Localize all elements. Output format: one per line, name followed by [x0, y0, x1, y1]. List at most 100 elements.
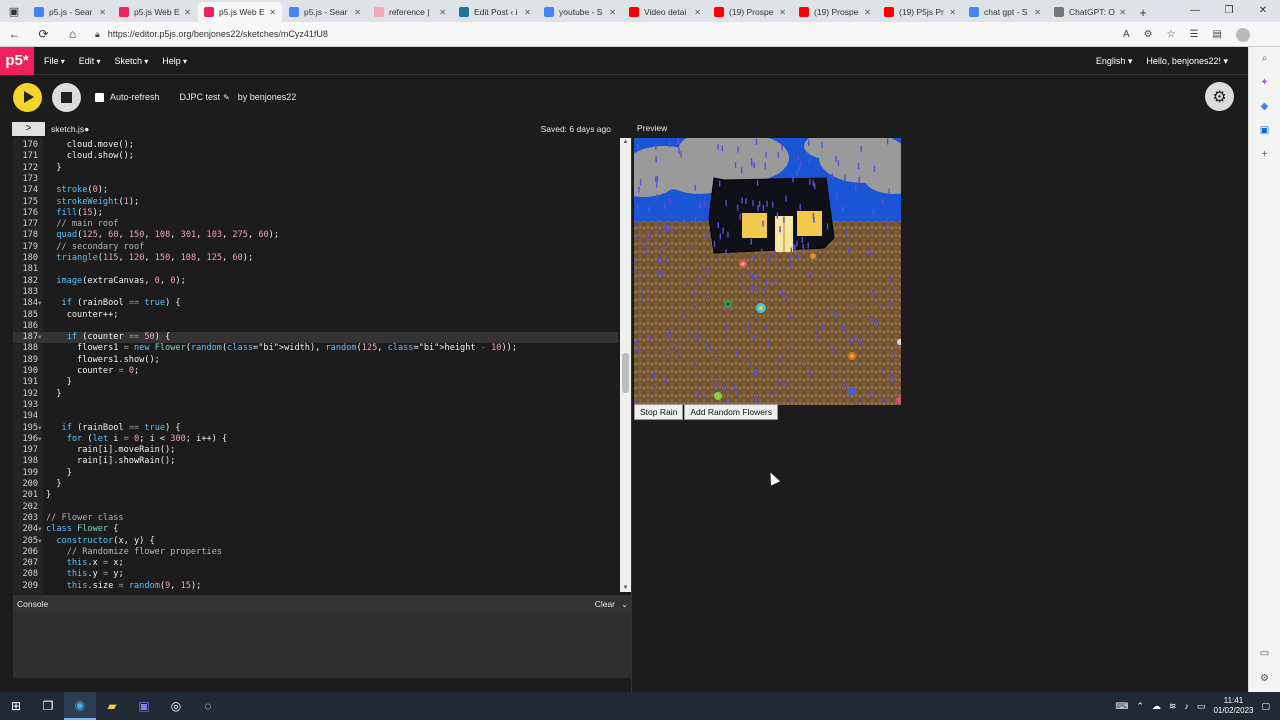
code-line[interactable]: 195▼ if (rainBool == true) {	[13, 423, 618, 434]
code-line[interactable]: 181	[13, 264, 618, 275]
tab-close-icon[interactable]: ✕	[1034, 8, 1041, 17]
split-screen-icon[interactable]: ▭	[1260, 648, 1269, 659]
sidebar-settings-icon[interactable]: ⚙	[1260, 673, 1269, 684]
code-line[interactable]: 178 quad(125, 60, 150, 108, 301, 103, 27…	[13, 230, 618, 241]
favorite-icon[interactable]: ☆	[1167, 29, 1176, 40]
browser-tab[interactable]: p5.js Web E ✕	[113, 2, 197, 22]
code-line[interactable]: 174 stroke(0);	[13, 185, 618, 196]
browser-tab[interactable]: youtube - S ✕	[538, 2, 622, 22]
favorites-list-icon[interactable]: ☰	[1190, 29, 1199, 40]
code-line[interactable]: 198 rain[i].showRain();	[13, 456, 618, 467]
sketch-name[interactable]: DJPC test ✎	[180, 92, 230, 102]
code-line[interactable]: 206 // Randomize flower properties	[13, 547, 618, 558]
auto-refresh-toggle[interactable]: Auto-refresh	[95, 92, 160, 102]
fold-icon[interactable]: ▼	[38, 298, 46, 309]
code-line[interactable]: 182 image(extraCanvas, 0, 0);	[13, 276, 618, 287]
browser-tab[interactable]: (19) Prospe ✕	[708, 2, 792, 22]
file-tab[interactable]: sketch.js●	[51, 124, 89, 134]
browser-tab[interactable]: Edit Post ‹ i ✕	[453, 2, 537, 22]
pencil-icon[interactable]: ✎	[223, 93, 230, 102]
code-line[interactable]: 186	[13, 321, 618, 332]
collections-icon[interactable]: ▤	[1213, 29, 1222, 40]
code-line[interactable]: 196▼ for (let i = 0; i < 300; i++) {	[13, 434, 618, 445]
browser-tab[interactable]: (19) Prospe ✕	[793, 2, 877, 22]
code-line[interactable]: 201}	[13, 490, 618, 501]
code-line[interactable]: 205▼ constructor(x, y) {	[13, 536, 618, 547]
code-line[interactable]: 204▼ class Flower {	[13, 524, 618, 535]
new-tab-button[interactable]: +	[1133, 2, 1153, 22]
code-line[interactable]: 185 counter++;	[13, 310, 618, 321]
tab-close-icon[interactable]: ✕	[439, 8, 446, 17]
network-icon[interactable]: ☁	[1152, 701, 1161, 712]
code-line[interactable]: 175 strokeWeight(1);	[13, 197, 618, 208]
p5-logo[interactable]: p5*	[0, 46, 34, 75]
code-line[interactable]: 209 this.size = random(9, 15);	[13, 581, 618, 592]
code-line[interactable]: 187▼ if (counter == 50) {	[13, 332, 618, 344]
sidebar-expand-button[interactable]: >	[12, 121, 45, 136]
tab-close-icon[interactable]: ✕	[949, 8, 956, 17]
code-line[interactable]: 176 fill(15);	[13, 208, 618, 219]
fold-icon[interactable]: ▼	[38, 423, 46, 434]
edge-taskbar-icon[interactable]: ◉	[64, 692, 96, 720]
user-menu[interactable]: Hello, benjones22! ▾	[1146, 56, 1228, 67]
code-line[interactable]: 207 this.x = x;	[13, 558, 618, 569]
browser-tab[interactable]: ChatGPT: O ✕	[1048, 2, 1132, 22]
menu-help[interactable]: Help	[162, 56, 187, 66]
tracking-icon[interactable]: ⚙	[1144, 29, 1153, 40]
wifi-icon[interactable]: ≋	[1169, 701, 1177, 712]
code-line[interactable]: 203 // Flower class	[13, 513, 618, 524]
fold-icon[interactable]: ▼	[38, 536, 46, 547]
settings-button[interactable]: ⚙	[1205, 82, 1234, 111]
tab-close-icon[interactable]: ✕	[609, 8, 616, 17]
keyboard-icon[interactable]: ⌨	[1115, 701, 1128, 712]
add-random-flowers-button[interactable]: Add Random Flowers	[684, 404, 779, 420]
minimize-icon[interactable]: —	[1178, 0, 1212, 22]
browser-tab[interactable]: Video detai ✕	[623, 2, 707, 22]
browser-tab[interactable]: (19) P5js Pr ✕	[878, 2, 962, 22]
profile-avatar[interactable]	[1236, 27, 1250, 42]
add-sidebar-icon[interactable]: +	[1262, 149, 1268, 160]
menu-sketch[interactable]: Sketch	[115, 56, 149, 66]
tab-close-icon[interactable]: ✕	[864, 8, 871, 17]
browser-tab[interactable]: reference | ✕	[368, 2, 452, 22]
tab-actions-icon[interactable]: ▣	[0, 0, 28, 22]
games-icon[interactable]: ◆	[1261, 101, 1269, 112]
battery-icon[interactable]: ▭	[1197, 701, 1206, 712]
notifications-icon[interactable]: ▢	[1261, 701, 1270, 712]
code-line[interactable]: 179 // secondary roof	[13, 242, 618, 253]
language-select[interactable]: English ▾	[1096, 56, 1133, 67]
code-line[interactable]: 173	[13, 174, 618, 185]
restore-icon[interactable]: ❐	[1212, 0, 1246, 22]
chevron-up-icon[interactable]: ⌃	[1136, 701, 1144, 712]
tab-close-icon[interactable]: ✕	[269, 8, 276, 17]
browser-tab[interactable]: p5.js - Sear ✕	[283, 2, 367, 22]
editor-scrollbar[interactable]: ▲ ▼	[620, 138, 631, 592]
code-line[interactable]: 180 triangle(115, 120, 150, 108, 125, 60…	[13, 253, 618, 264]
fold-icon[interactable]: ▼	[38, 524, 46, 535]
chevron-down-icon[interactable]: ⌄	[621, 600, 628, 609]
fold-icon[interactable]: ▼	[38, 332, 46, 343]
discover-icon[interactable]: ✦	[1260, 77, 1268, 88]
code-line[interactable]: 172 }	[13, 163, 618, 174]
code-line[interactable]: 171 cloud.show();	[13, 151, 618, 162]
auto-refresh-checkbox[interactable]	[95, 92, 104, 102]
outlook-icon[interactable]: ▣	[1260, 125, 1269, 136]
code-line[interactable]: 189 flowers1.show();	[13, 355, 618, 366]
scroll-down-icon[interactable]: ▼	[620, 585, 631, 591]
refresh-icon[interactable]: ⟳	[29, 27, 58, 41]
browser-tab[interactable]: chat gpt - S ✕	[963, 2, 1047, 22]
tab-close-icon[interactable]: ✕	[354, 8, 361, 17]
stop-button[interactable]	[52, 82, 81, 112]
code-editor[interactable]: 170 cloud.move(); 171 cloud.show(); 172 } 1…	[13, 138, 632, 594]
tab-close-icon[interactable]: ✕	[1119, 8, 1126, 17]
search-icon[interactable]: ⌕	[1262, 53, 1268, 64]
browser-tab[interactable]: p5.js Web E ✕	[198, 2, 282, 22]
scroll-up-icon[interactable]: ▲	[620, 139, 631, 145]
task-view-icon[interactable]: ❐	[32, 692, 64, 720]
code-line[interactable]: 170 cloud.move();	[13, 140, 618, 151]
code-line[interactable]: 177 // main roof	[13, 219, 618, 230]
app-icon[interactable]: ◎	[160, 692, 192, 720]
start-icon[interactable]: ⊞	[0, 692, 32, 720]
tab-close-icon[interactable]: ✕	[184, 8, 191, 17]
code-line[interactable]: 202	[13, 502, 618, 513]
